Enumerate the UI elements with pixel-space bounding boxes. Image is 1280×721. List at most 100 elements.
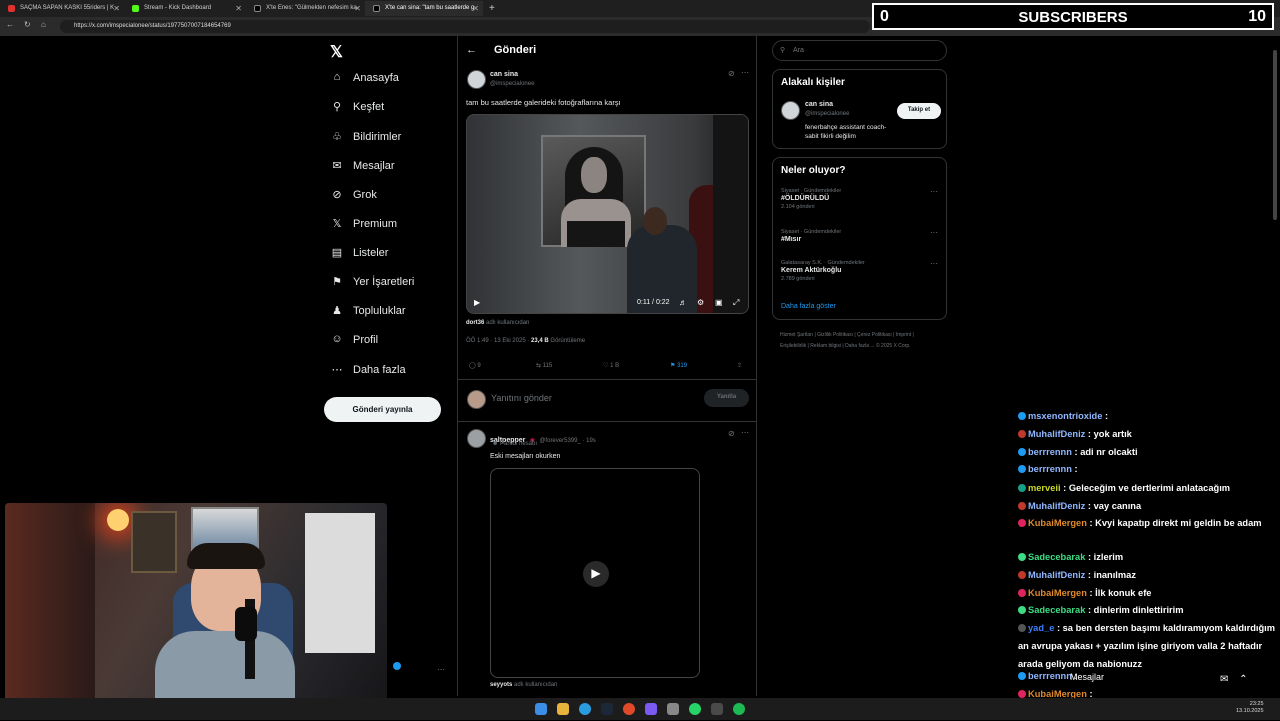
reload-icon[interactable]: ↻ (24, 20, 31, 29)
trend-item[interactable]: Siyaset · Gündemdekiler #Mısır (781, 229, 941, 243)
source-user[interactable]: dort36 (466, 320, 484, 326)
tab-close-icon[interactable]: ✕ (472, 4, 479, 13)
views-count: 23,4 B (531, 338, 549, 344)
chat-username[interactable]: merveii (1028, 483, 1061, 493)
edge-icon[interactable] (579, 703, 591, 715)
url-field[interactable]: https://x.com/imspecialonee/status/19775… (60, 20, 870, 33)
follow-button[interactable]: Takip et (897, 103, 941, 119)
file-explorer-icon[interactable] (557, 703, 569, 715)
chat-username[interactable]: yad_e (1028, 623, 1054, 633)
chat-text: yok artık (1093, 429, 1132, 439)
browser-tab[interactable]: Stream - Kick Dashboard ✕ (124, 1, 246, 16)
reply-action[interactable]: ◯ 9 (469, 362, 481, 369)
chat-username[interactable]: berrrennn (1028, 447, 1072, 457)
white-shelf (305, 513, 375, 653)
chat-username[interactable]: MuhalifDeniz (1028, 570, 1085, 580)
new-tab-button[interactable]: + (485, 0, 501, 14)
chat-username[interactable]: KubaiMergen (1028, 588, 1087, 598)
more-icon[interactable]: ⋯ (741, 68, 749, 77)
chat-username[interactable]: MuhalifDeniz (1028, 501, 1085, 511)
mail-icon[interactable]: ✉ (1220, 674, 1228, 685)
windows-start-icon[interactable] (535, 703, 547, 715)
discord-icon[interactable] (645, 703, 657, 715)
tab-close-icon[interactable]: ✕ (354, 4, 361, 13)
scrollbar[interactable] (1273, 50, 1277, 220)
chat-message: Sadecebarak : dinlerim dinlettiririm (1018, 602, 1278, 620)
video-player[interactable]: ▶ 0:11 / 0:22 ♬ ⚙ ▣ ⤢ (466, 114, 749, 314)
author-handle[interactable]: @imspecialonee (490, 81, 534, 87)
taskbar-clock[interactable]: 23:25 13.10.2025 (1236, 701, 1264, 715)
chat-username[interactable]: MuhalifDeniz (1028, 429, 1085, 439)
search-input[interactable]: ⚲ Ara (772, 40, 947, 61)
back-arrow-icon[interactable]: ← (6, 20, 14, 29)
repost-action[interactable]: ⇆ 115 (536, 362, 552, 369)
source-user[interactable]: seyyots (490, 682, 512, 688)
trend-item[interactable]: Siyaset · Gündemdekiler #ÖLDÜRÜLDÜ 2.104 g… (781, 188, 941, 210)
grok-icon[interactable]: ⊘ (728, 429, 735, 438)
source-suffix: adlı kullanıcıdan (486, 320, 530, 326)
more-icon[interactable]: ⋯ (930, 259, 938, 268)
x-logo-icon[interactable]: 𝕏 (330, 42, 343, 62)
framed-portrait (541, 135, 646, 247)
browser-tab-active[interactable]: X'te can sina: "tam bu saatlerde g ✕ (365, 1, 483, 16)
trend-item[interactable]: Galatasaray S.K. · Gündemdekiler Kerem Ak… (781, 260, 941, 282)
avatar[interactable] (467, 70, 486, 89)
play-icon[interactable]: ▶ (583, 561, 609, 587)
chat-username[interactable]: KubaiMergen (1028, 518, 1087, 528)
tab-close-icon[interactable]: ✕ (235, 4, 242, 13)
chat-username[interactable]: berrrennn (1028, 671, 1072, 681)
pip-icon[interactable]: ▣ (715, 298, 723, 307)
reply-count: 9 (477, 363, 481, 369)
chat-username[interactable]: msxenontrioxide (1028, 411, 1102, 421)
avatar[interactable] (467, 429, 486, 448)
browser-tab[interactable]: SAÇMA SAPAN KASKI 55riders | K ✕ (0, 1, 124, 16)
post-button[interactable]: Gönderi yayınla (324, 397, 441, 422)
streamer-hair (187, 543, 265, 569)
account-menu-icon[interactable]: ⋯ (437, 665, 445, 674)
volume-icon[interactable]: ♬ (679, 298, 687, 307)
parody-text: Parodi hesabı (500, 441, 538, 447)
messages-label[interactable]: Mesajlar (1070, 672, 1104, 682)
steam-icon[interactable] (601, 703, 613, 715)
spotify-icon[interactable] (733, 703, 745, 715)
collapse-icon[interactable]: ⌃ (1239, 674, 1247, 685)
related-handle[interactable]: @imspecialonee (805, 111, 849, 117)
more-icon[interactable]: ⋯ (741, 428, 749, 437)
related-name[interactable]: can sina (805, 101, 833, 108)
chat-username[interactable]: Sadecebarak (1028, 552, 1085, 562)
footer-links[interactable]: Hizmet Şartları | Gizlilik Politikası | … (780, 330, 940, 352)
clock-time: 23:25 (1249, 701, 1264, 707)
chat-text: Geleceğim ve dertlerimi anlatacağım (1068, 483, 1231, 493)
trend-category: Siyaset · Gündemdekiler (781, 229, 842, 235)
whatsapp-icon[interactable] (689, 703, 701, 715)
fullscreen-icon[interactable]: ⤢ (733, 298, 739, 308)
like-action[interactable]: ♡ 1 B (603, 362, 619, 369)
obs-icon[interactable] (711, 703, 723, 715)
more-icon[interactable]: ⋯ (930, 228, 938, 237)
chat-username[interactable]: berrrennn (1028, 464, 1072, 474)
microphone (235, 607, 257, 641)
nav-label: Daha fazla (353, 364, 406, 376)
more-icon[interactable]: ⋯ (930, 187, 938, 196)
app-icon[interactable] (667, 703, 679, 715)
play-icon[interactable]: ▶ (474, 298, 480, 307)
back-arrow-icon[interactable]: ← (466, 44, 477, 56)
tweet-text: tam bu saatlerde galerideki fotoğrafları… (466, 98, 621, 107)
author-name[interactable]: can sina (490, 71, 518, 78)
reply-video-player[interactable]: ▶ (490, 468, 700, 678)
bookmark-action[interactable]: ⚑ 319 (670, 362, 687, 369)
avatar[interactable] (781, 101, 800, 120)
panel-title: Neler oluyor? (781, 165, 846, 176)
grok-icon[interactable]: ⊘ (728, 69, 735, 78)
share-icon[interactable]: ⇪ (737, 362, 742, 369)
brave-icon[interactable] (623, 703, 635, 715)
browser-tab[interactable]: X'te Enes: "Gülmekten nefesim ka ✕ (246, 1, 365, 16)
reply-button[interactable]: Yanıtla (704, 389, 749, 407)
reply-author-handle[interactable]: @forever5399_ · 19s (539, 438, 595, 444)
settings-icon[interactable]: ⚙ (697, 298, 704, 307)
tab-close-icon[interactable]: ✕ (113, 4, 120, 13)
reply-input[interactable]: Yanıtını gönder (491, 393, 552, 403)
home-icon[interactable]: ⌂ (41, 20, 46, 29)
show-more-link[interactable]: Daha fazla göster (781, 303, 836, 310)
chat-username[interactable]: Sadecebarak (1028, 605, 1085, 615)
